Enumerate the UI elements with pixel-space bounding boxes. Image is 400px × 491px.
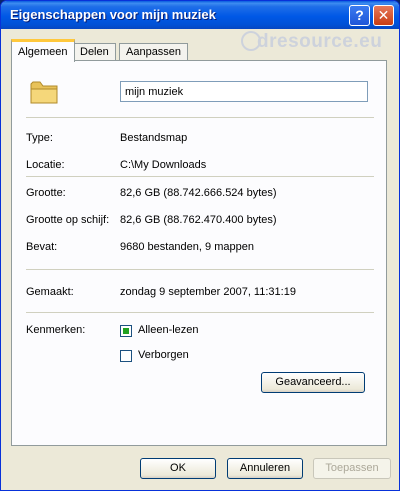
folder-name-input[interactable]: [120, 81, 368, 102]
help-button[interactable]: ?: [349, 5, 370, 26]
tab-algemeen[interactable]: Algemeen: [11, 39, 75, 62]
tab-aanpassen[interactable]: Aanpassen: [119, 43, 189, 60]
watermark-logo-icon: [241, 31, 261, 51]
readonly-label[interactable]: Alleen-lezen: [138, 324, 199, 336]
readonly-checkbox[interactable]: [120, 325, 132, 337]
attributes-label: Kenmerken:: [26, 324, 86, 336]
separator: [26, 312, 374, 313]
size-on-disk-label: Grootte op schijf:: [26, 214, 110, 226]
size-on-disk-value: 82,6 GB (88.762.470.400 bytes): [120, 214, 277, 226]
cancel-button[interactable]: Annuleren: [227, 458, 303, 479]
contains-value: 9680 bestanden, 9 mappen: [120, 241, 254, 253]
window-title: Eigenschappen voor mijn muziek: [10, 7, 216, 22]
folder-icon: [30, 81, 58, 104]
created-value: zondag 9 september 2007, 11:31:19: [120, 286, 296, 298]
close-button[interactable]: ✕: [373, 5, 394, 26]
hidden-label[interactable]: Verborgen: [138, 349, 189, 361]
type-label: Type:: [26, 132, 53, 144]
ok-button[interactable]: OK: [140, 458, 216, 479]
location-label: Locatie:: [26, 159, 65, 171]
watermark: dresource.eu: [257, 31, 383, 52]
properties-dialog: Eigenschappen voor mijn muziek ? ✕ dreso…: [0, 0, 400, 491]
separator: [26, 269, 374, 270]
title-bar[interactable]: Eigenschappen voor mijn muziek ? ✕: [1, 1, 399, 29]
size-label: Grootte:: [26, 187, 66, 199]
type-value: Bestandsmap: [120, 132, 188, 144]
contains-label: Bevat:: [26, 241, 58, 253]
size-value: 82,6 GB (88.742.666.524 bytes): [120, 187, 277, 199]
advanced-button[interactable]: Geavanceerd...: [261, 372, 365, 393]
hidden-checkbox[interactable]: [120, 350, 132, 362]
separator: [26, 117, 374, 118]
location-value: C:\My Downloads: [120, 159, 207, 171]
general-tab-panel: Type: Bestandsmap Locatie: C:\My Downloa…: [11, 60, 387, 446]
tab-delen[interactable]: Delen: [73, 43, 116, 60]
created-label: Gemaakt:: [26, 286, 74, 298]
apply-button[interactable]: Toepassen: [313, 458, 391, 479]
separator: [26, 176, 374, 177]
